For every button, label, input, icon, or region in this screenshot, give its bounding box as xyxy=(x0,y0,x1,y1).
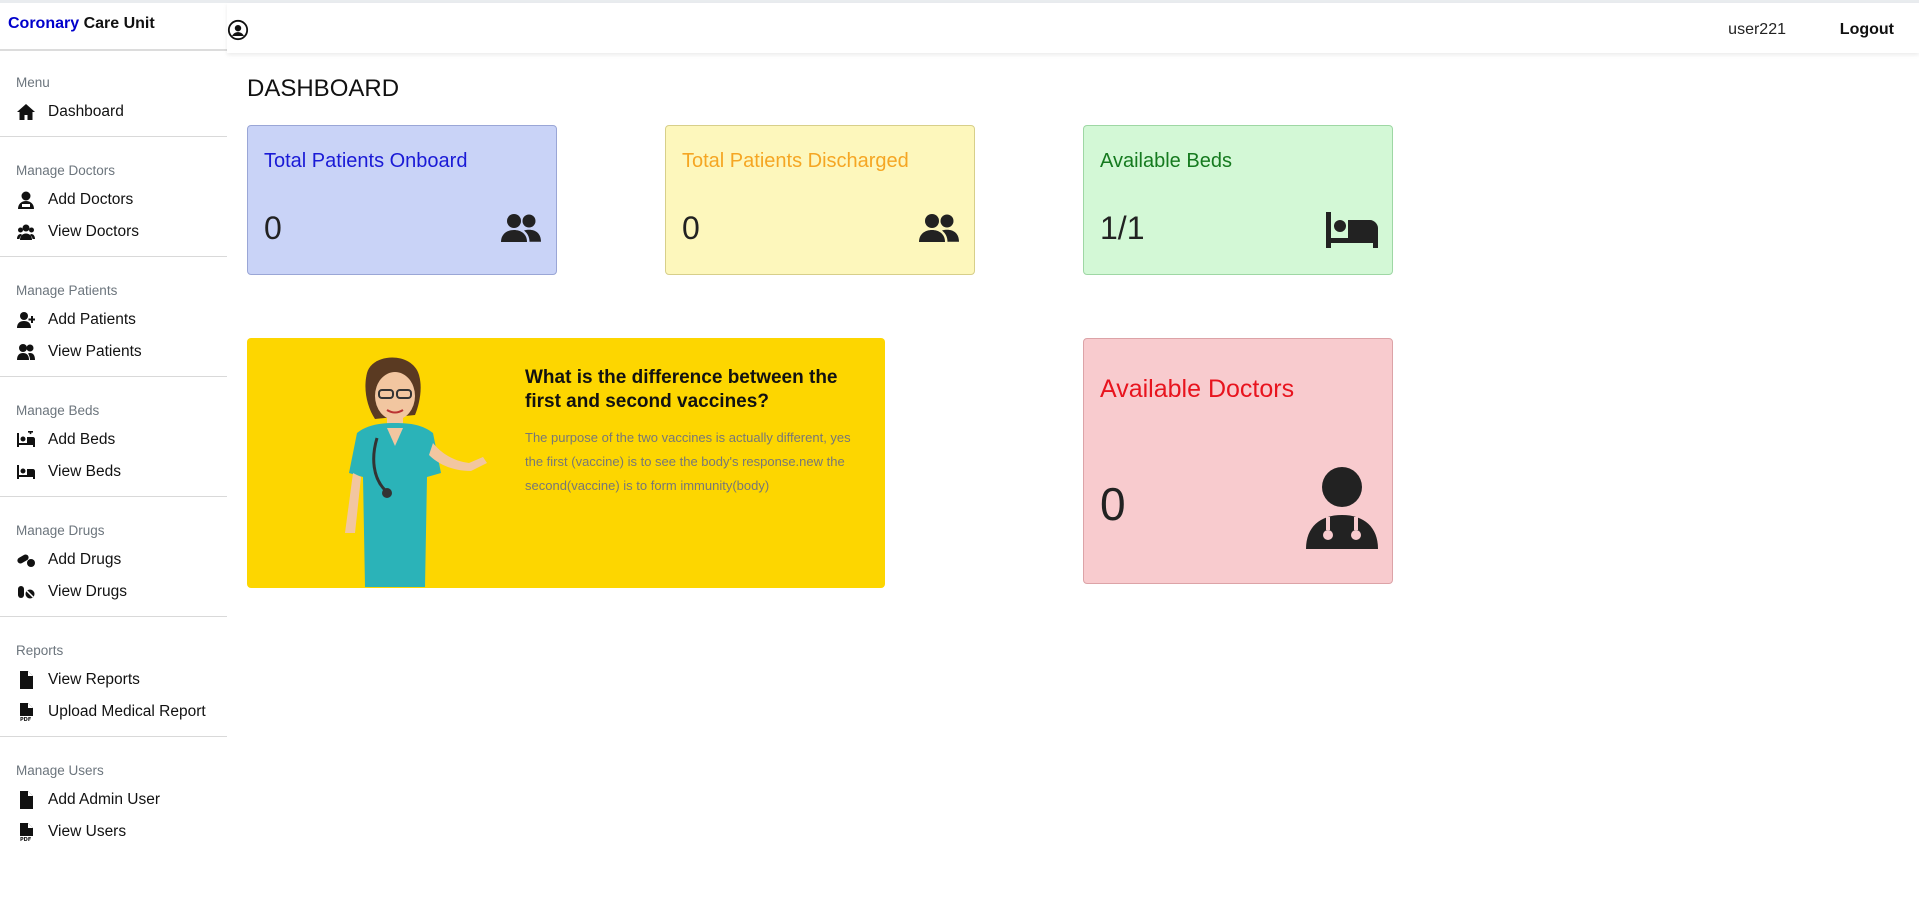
bed-icon xyxy=(1326,212,1378,253)
card-patients-discharged[interactable]: Total Patients Discharged 0 xyxy=(665,125,975,275)
card-value: 0 xyxy=(682,210,700,246)
sidebar-section: Menu Dashboard xyxy=(0,51,227,137)
bed-icon xyxy=(16,463,36,481)
sidebar-item-view-users[interactable]: PDF View Users xyxy=(0,816,227,848)
sidebar-item-label: Add Drugs xyxy=(48,551,122,568)
sidebar-item-label: View Users xyxy=(48,823,127,840)
sidebar-item-view-reports[interactable]: View Reports xyxy=(0,664,227,696)
file-icon xyxy=(16,791,36,809)
sidebar-section: Manage Patients Add Patients View Patients xyxy=(0,257,227,377)
sidebar-section-title: Manage Users xyxy=(16,763,104,778)
sidebar-item-label: Dashboard xyxy=(48,103,124,120)
sidebar-item-label: View Doctors xyxy=(48,223,140,240)
sidebar-item-label: Upload Medical Report xyxy=(48,703,206,720)
logout-button[interactable]: Logout xyxy=(1840,21,1894,39)
card-patients-onboard[interactable]: Total Patients Onboard 0 xyxy=(247,125,557,275)
doctor-icon xyxy=(16,191,36,209)
sidebar-section: Manage Users Add Admin User PDF View Users xyxy=(0,737,227,856)
sidebar-item-label: Add Admin User xyxy=(48,791,160,808)
card-available-beds[interactable]: Available Beds 1/1 xyxy=(1083,125,1393,275)
card-title: Total Patients Discharged xyxy=(682,150,909,172)
card-value: 1/1 xyxy=(1100,210,1145,246)
sidebar-item-view-doctors[interactable]: View Doctors xyxy=(0,216,227,248)
sidebar-item-add-beds[interactable]: Add Beds xyxy=(0,424,227,456)
sidebar: Coronary Care Unit Menu Dashboard Manage D… xyxy=(0,3,227,921)
sidebar-item-add-admin-user[interactable]: Add Admin User xyxy=(0,784,227,816)
user-group-icon xyxy=(500,212,542,249)
sidebar-section: Manage Beds Add Beds View Beds xyxy=(0,377,227,497)
sidebar-item-label: View Reports xyxy=(48,671,140,688)
sidebar-section: Reports View Reports PDF Upload Medical Rep… xyxy=(0,617,227,737)
card-available-doctors[interactable]: Available Doctors 0 xyxy=(1083,338,1393,584)
file-icon xyxy=(16,671,36,689)
brand-part-1: Coronary xyxy=(8,15,80,32)
file-pdf-icon: PDF xyxy=(16,703,36,721)
svg-text:PDF: PDF xyxy=(20,837,31,841)
sidebar-item-view-patients[interactable]: View Patients xyxy=(0,336,227,368)
vaccine-info-banner: What is the difference between the first… xyxy=(247,338,885,588)
pills-icon xyxy=(16,551,36,569)
sidebar-item-label: Add Patients xyxy=(48,311,136,328)
bed-plus-icon xyxy=(16,431,36,449)
card-title: Available Doctors xyxy=(1100,375,1295,403)
sidebar-item-view-beds[interactable]: View Beds xyxy=(0,456,227,488)
sidebar-section-title: Manage Doctors xyxy=(16,163,116,178)
doctor-icon xyxy=(1306,467,1378,554)
sidebar-section-title: Reports xyxy=(16,643,64,658)
user-circle-icon[interactable] xyxy=(227,19,249,41)
sidebar-item-add-patients[interactable]: Add Patients xyxy=(0,304,227,336)
brand-part-2: Care Unit xyxy=(79,15,155,32)
sidebar-item-label: View Drugs xyxy=(48,583,127,600)
page-title: DASHBOARD xyxy=(247,75,400,102)
sidebar-item-upload-medical-report[interactable]: PDF Upload Medical Report xyxy=(0,696,227,728)
sidebar-section-title: Menu xyxy=(16,75,50,90)
sidebar-section-title: Manage Patients xyxy=(16,283,118,298)
sidebar-item-dashboard[interactable]: Dashboard xyxy=(0,96,227,128)
user-group-icon xyxy=(16,343,36,361)
sidebar-section-title: Manage Beds xyxy=(16,403,100,418)
card-title: Total Patients Onboard xyxy=(264,150,468,172)
top-header: user221 Logout xyxy=(227,3,1919,53)
sidebar-item-label: View Patients xyxy=(48,343,142,360)
card-value: 0 xyxy=(1100,478,1126,530)
banner-answer: The purpose of the two vaccines is actua… xyxy=(525,430,851,493)
sidebar-item-label: View Beds xyxy=(48,463,121,480)
svg-text:PDF: PDF xyxy=(20,717,31,721)
sidebar-item-add-doctors[interactable]: Add Doctors xyxy=(0,184,227,216)
user-group-icon xyxy=(918,212,960,249)
sidebar-item-add-drugs[interactable]: Add Drugs xyxy=(0,544,227,576)
username-label: user221 xyxy=(1728,21,1786,38)
nurse-illustration xyxy=(345,357,487,587)
brand-logo[interactable]: Coronary Care Unit xyxy=(0,3,227,51)
user-plus-icon xyxy=(16,311,36,329)
users-icon xyxy=(16,223,36,241)
sidebar-item-label: Add Beds xyxy=(48,431,116,448)
sidebar-section: Manage Drugs Add Drugs View Drugs xyxy=(0,497,227,617)
card-value: 0 xyxy=(264,210,282,246)
home-icon xyxy=(16,103,36,121)
card-title: Available Beds xyxy=(1100,150,1232,172)
sidebar-section-title: Manage Drugs xyxy=(16,523,105,538)
banner-question: What is the difference between the first… xyxy=(525,367,838,412)
sidebar-item-view-drugs[interactable]: View Drugs xyxy=(0,576,227,608)
capsules-icon xyxy=(16,583,36,601)
sidebar-section: Manage Doctors Add Doctors View Doctors xyxy=(0,137,227,257)
file-pdf-icon: PDF xyxy=(16,823,36,841)
sidebar-item-label: Add Doctors xyxy=(48,191,134,208)
